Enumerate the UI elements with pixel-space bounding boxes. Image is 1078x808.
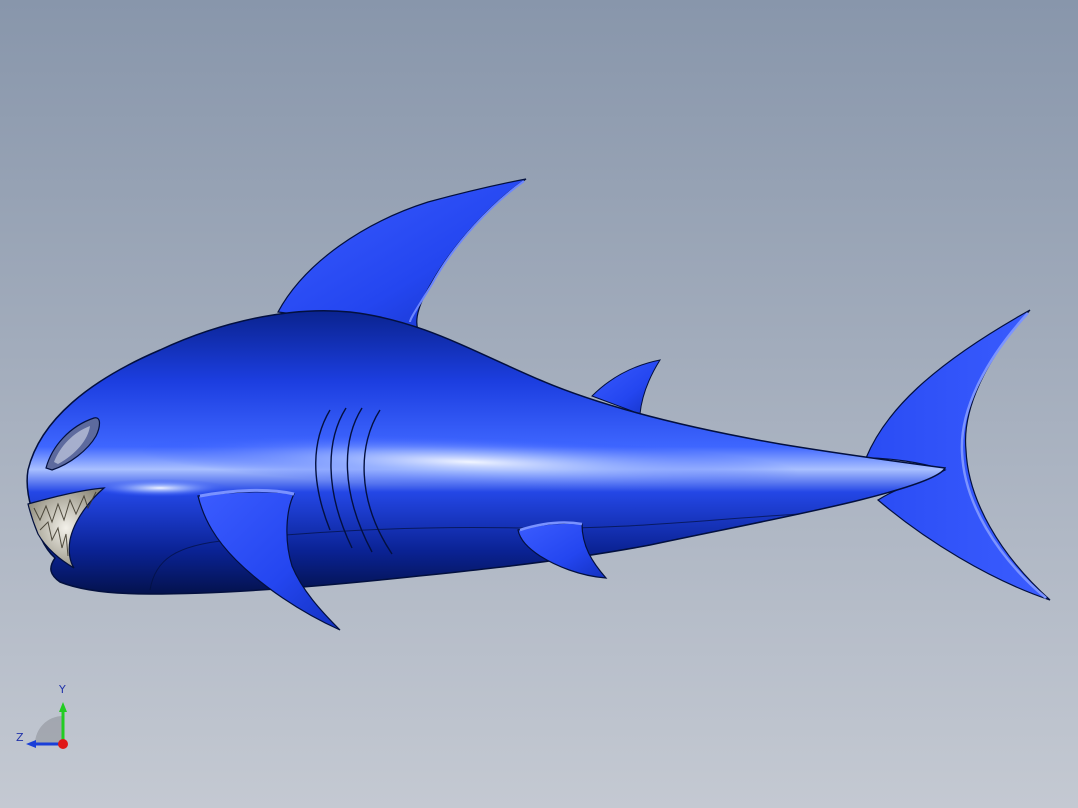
graphics-viewport[interactable]: Y Z xyxy=(0,0,1078,808)
triad-quadrant xyxy=(35,716,63,744)
y-axis-label: Y xyxy=(59,683,66,696)
orientation-triad[interactable]: Y Z xyxy=(8,684,80,756)
triad-graphic xyxy=(26,702,68,749)
y-axis-arrow xyxy=(59,702,67,712)
z-axis-arrow xyxy=(26,740,36,748)
model-canvas[interactable] xyxy=(0,0,1078,808)
z-axis-label: Z xyxy=(16,731,24,744)
x-axis-dot xyxy=(58,739,68,749)
